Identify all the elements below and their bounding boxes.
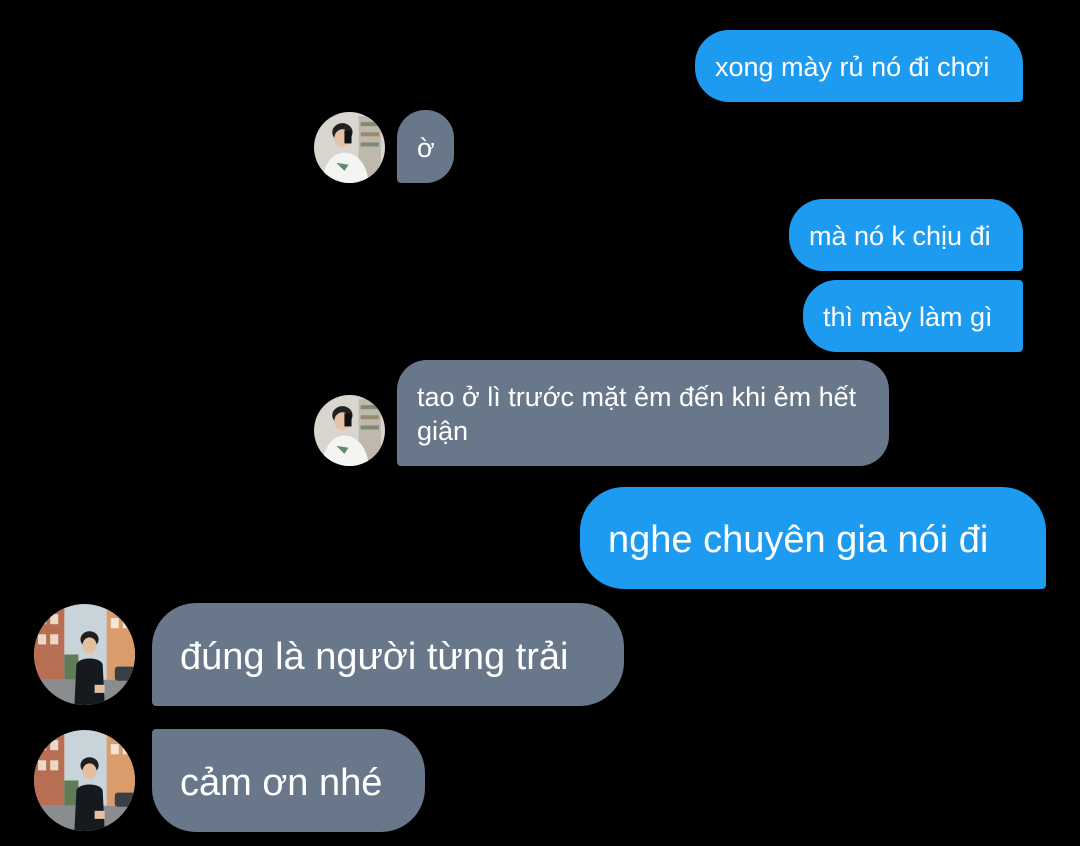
message-text: đúng là người từng trải [180,636,569,678]
message-text: ờ [417,133,435,163]
street-photo-avatar-icon [34,604,135,705]
mirror-selfie-avatar-icon [314,112,385,183]
received-message-bubble[interactable]: cảm ơn nhé [152,729,425,832]
message-text: thì mày làm gì [823,302,993,332]
received-message-bubble[interactable]: ờ [397,110,454,183]
message-text: nghe chuyên gia nói đi [608,519,989,561]
received-message-bubble[interactable]: tao ở lì trước mặt ẻm đến khi ẻm hết giậ… [397,360,889,466]
street-photo-avatar-icon [34,730,135,831]
received-message-bubble[interactable]: đúng là người từng trải [152,603,624,706]
mirror-selfie-avatar-icon [314,395,385,466]
message-text: tao ở lì trước mặt ẻm đến khi ẻm hết giậ… [417,382,857,446]
message-text: cảm ơn nhé [180,762,383,804]
contact-avatar[interactable] [314,395,385,466]
sent-message-bubble[interactable]: xong mày rủ nó đi chơi [695,30,1023,102]
message-text: mà nó k chịu đi [809,221,991,251]
message-text: xong mày rủ nó đi chơi [715,52,990,82]
sent-message-bubble[interactable]: mà nó k chịu đi [789,199,1023,271]
sent-message-bubble[interactable]: thì mày làm gì [803,280,1023,352]
contact-avatar[interactable] [314,112,385,183]
contact-avatar[interactable] [34,604,135,705]
contact-avatar[interactable] [34,730,135,831]
sent-message-bubble[interactable]: nghe chuyên gia nói đi [580,487,1046,589]
